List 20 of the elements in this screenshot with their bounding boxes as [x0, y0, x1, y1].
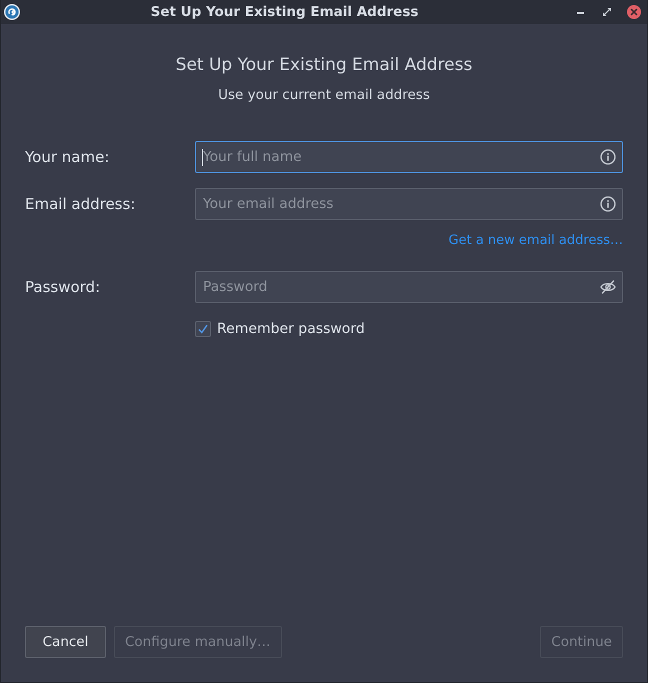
field-label: Your name: [25, 148, 110, 166]
email-field[interactable]: Your email address [195, 188, 623, 220]
name-field[interactable]: Your full name [195, 141, 623, 173]
dialog-subtitle: Use your current email address [217, 86, 431, 105]
info-icon [600, 149, 616, 165]
text-cursor-icon [202, 149, 203, 166]
eye-slash-icon[interactable] [600, 279, 616, 295]
field-label: Password: [25, 278, 102, 296]
new-email-link[interactable]: Get a new email address… [448, 232, 623, 250]
info-icon [600, 196, 616, 212]
password-field[interactable]: Password [195, 271, 623, 303]
checkbox-label[interactable]: Remember password [217, 321, 365, 337]
window-title: Set Up Your Existing Email Address [150, 3, 420, 21]
field-label: Email address: [25, 195, 136, 213]
dialog-heading: Set Up Your Existing Email Address [174, 54, 474, 77]
cancel-button[interactable]: Cancel [25, 626, 106, 658]
close-icon[interactable] [627, 5, 641, 19]
checkbox[interactable] [195, 321, 211, 337]
app-logo-icon [4, 4, 20, 20]
maximize-icon[interactable] [603, 8, 611, 16]
